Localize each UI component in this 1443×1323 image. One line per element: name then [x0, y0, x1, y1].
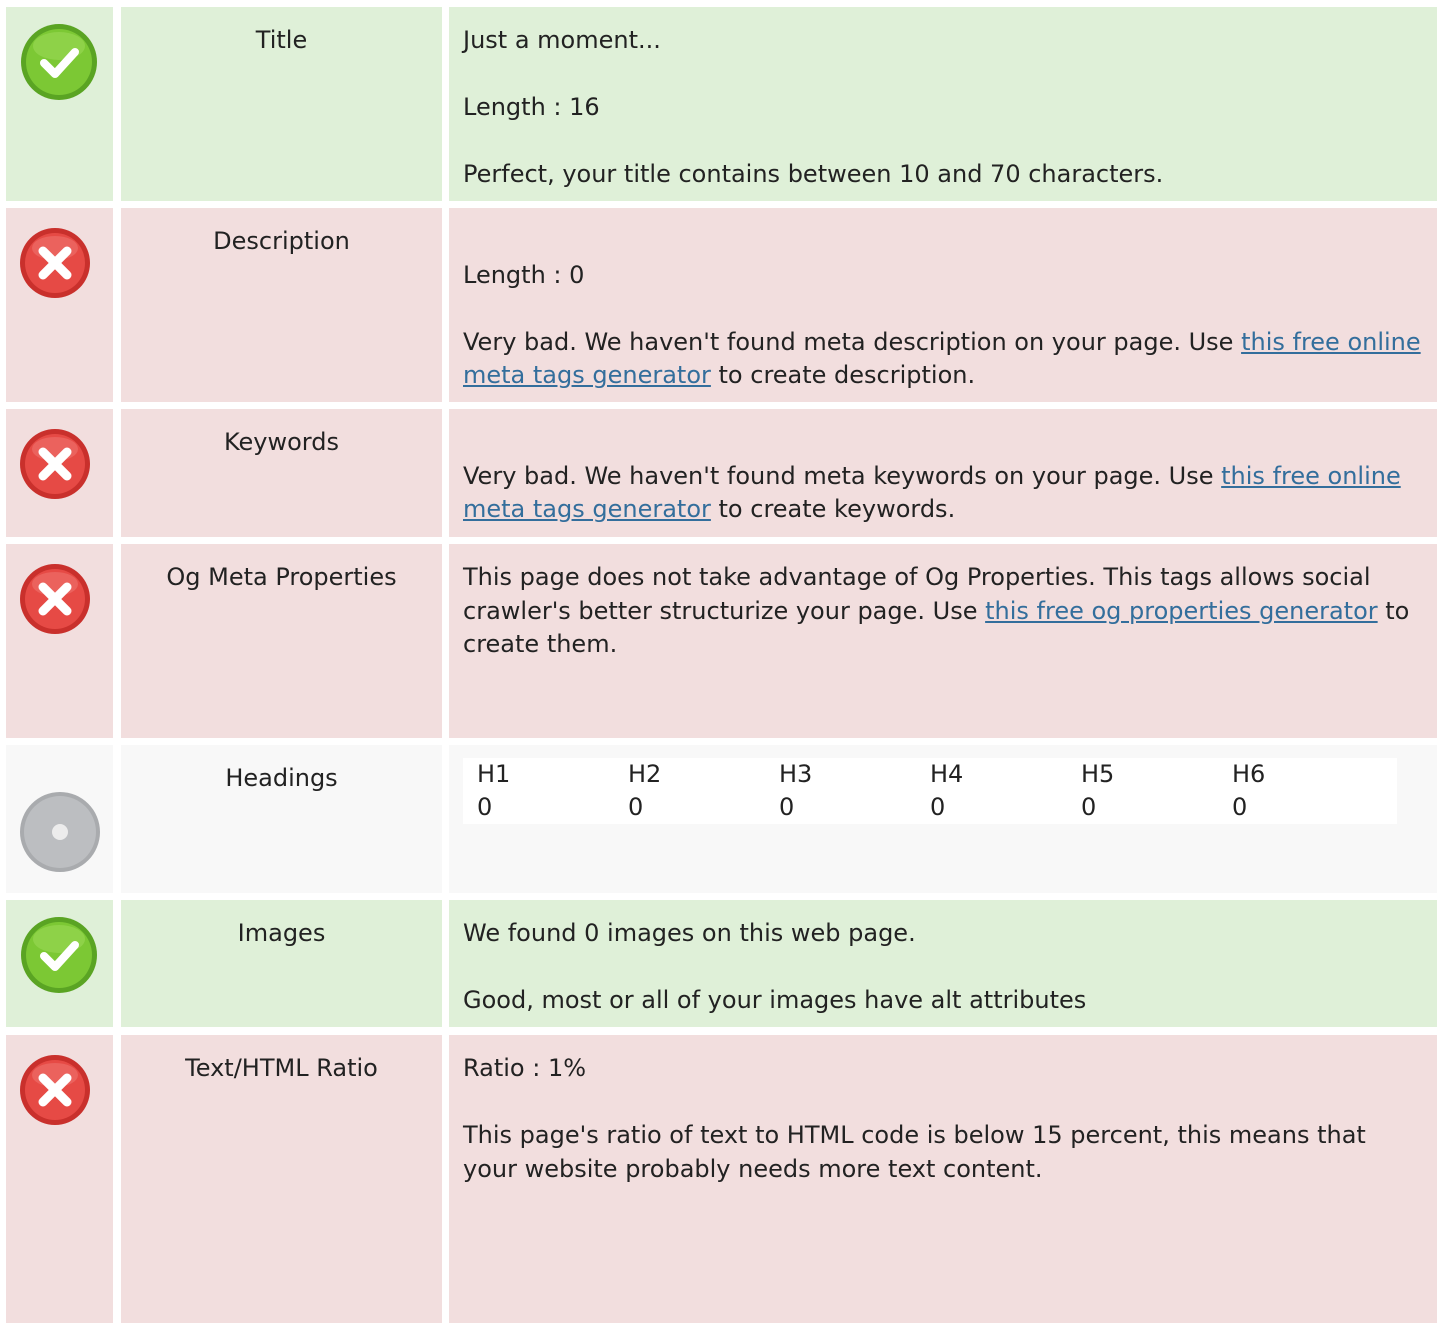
error-icon: [20, 429, 90, 499]
og-properties-generator-link[interactable]: this free og properties generator: [985, 597, 1378, 625]
headings-row: Headings H1 0 H2 0 H3 0 H4 0 H5 0 H6 0: [0, 745, 1443, 893]
row-name: Text/HTML Ratio: [121, 1035, 442, 1323]
message-text: Very bad. We haven't found meta keywords…: [463, 461, 1222, 490]
message-text: to create description.: [710, 361, 976, 389]
row-details: Ratio : 1% This page's ratio of text to …: [449, 1035, 1437, 1323]
title-length: Length : 16: [463, 93, 600, 121]
row-details: This page does not take advantage of Og …: [449, 544, 1437, 738]
row-name: Description: [121, 208, 442, 402]
og-properties-row: Og Meta Properties This page does not ta…: [0, 544, 1443, 738]
check-icon: [21, 917, 97, 993]
ratio-value: Ratio : 1%: [463, 1054, 587, 1082]
heading-count: 0: [1232, 793, 1248, 821]
ratio-message: This page's ratio of text to HTML code i…: [463, 1121, 1366, 1183]
error-icon: [20, 564, 90, 634]
title-value: Just a moment...: [463, 26, 661, 54]
heading-label: H3: [779, 760, 813, 788]
error-icon: [20, 1055, 90, 1125]
row-name: Og Meta Properties: [121, 544, 442, 738]
row-name: Title: [121, 7, 442, 201]
heading-column: H5 0: [1081, 758, 1232, 824]
row-name: Headings: [121, 745, 442, 893]
heading-column: H3 0: [779, 758, 930, 824]
row-details: We found 0 images on this web page. Good…: [449, 900, 1437, 1027]
row-details: H1 0 H2 0 H3 0 H4 0 H5 0 H6 0: [449, 745, 1437, 893]
neutral-icon: [20, 792, 100, 872]
heading-label: H5: [1081, 760, 1115, 788]
row-name: Images: [121, 900, 442, 1027]
heading-count: 0: [628, 793, 644, 821]
ratio-row: Text/HTML Ratio Ratio : 1% This page's r…: [0, 1035, 1443, 1323]
heading-label: H4: [930, 760, 964, 788]
images-row: Images We found 0 images on this web pag…: [0, 900, 1443, 1027]
keywords-row: Keywords Very bad. We haven't found meta…: [0, 409, 1443, 537]
status-cell: [6, 745, 113, 893]
heading-column: H2 0: [628, 758, 779, 824]
message-text: to create keywords.: [710, 495, 956, 523]
heading-count: 0: [779, 793, 795, 821]
title-message: Perfect, your title contains between 10 …: [463, 160, 1164, 188]
error-icon: [20, 228, 90, 298]
row-name: Keywords: [121, 409, 442, 537]
description-length: Length : 0: [463, 260, 585, 289]
status-cell: [6, 7, 113, 201]
heading-label: H1: [477, 760, 511, 788]
status-cell: [6, 900, 113, 1027]
status-cell: [6, 1035, 113, 1323]
heading-count: 0: [1081, 793, 1097, 821]
heading-label: H2: [628, 760, 662, 788]
headings-table: H1 0 H2 0 H3 0 H4 0 H5 0 H6 0: [463, 758, 1397, 824]
row-details: Length : 0 Very bad. We haven't found me…: [449, 208, 1437, 402]
images-found: We found 0 images on this web page.: [463, 919, 916, 947]
title-row: Title Just a moment... Length : 16 Perfe…: [0, 7, 1443, 201]
keywords-message: Very bad. We haven't found meta keywords…: [463, 460, 1423, 527]
heading-column: H1 0: [477, 758, 628, 824]
status-cell: [6, 544, 113, 738]
heading-column: H4 0: [930, 758, 1081, 824]
message-text: Very bad. We haven't found meta descript…: [463, 327, 1242, 356]
status-cell: [6, 409, 113, 537]
description-row: Description Length : 0 Very bad. We have…: [0, 208, 1443, 402]
heading-count: 0: [930, 793, 946, 821]
row-details: Just a moment... Length : 16 Perfect, yo…: [449, 7, 1437, 201]
check-icon: [21, 24, 97, 100]
status-cell: [6, 208, 113, 402]
row-details: Very bad. We haven't found meta keywords…: [449, 409, 1437, 537]
og-message: This page does not take advantage of Og …: [463, 561, 1423, 662]
heading-label: H6: [1232, 760, 1266, 788]
heading-count: 0: [477, 793, 493, 821]
description-message: Very bad. We haven't found meta descript…: [463, 326, 1423, 393]
heading-column: H6 0: [1232, 758, 1383, 824]
images-message: Good, most or all of your images have al…: [463, 986, 1087, 1014]
